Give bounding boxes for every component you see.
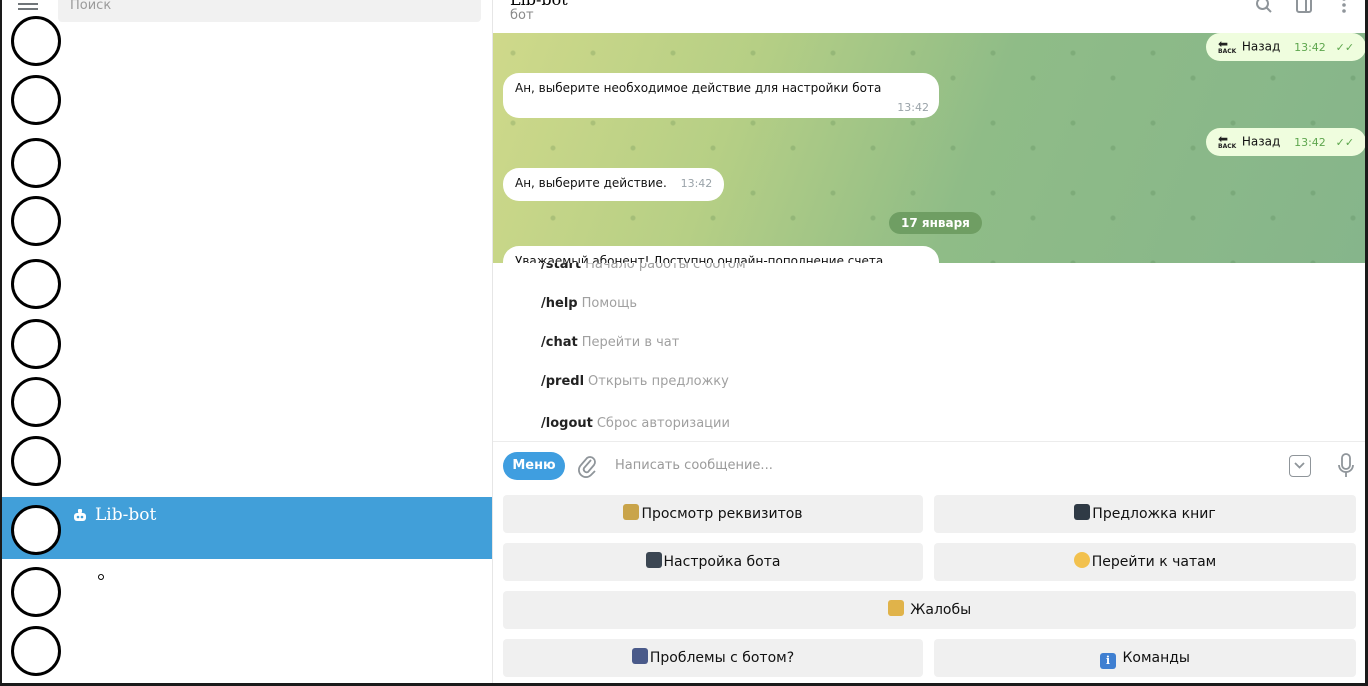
conversation-panel: Lib-bot бот ⬅BACK Назад 13:42 ✓✓: [492, 0, 1365, 683]
chat-header[interactable]: Lib-bot бот: [493, 0, 1365, 33]
message-time: 13:42: [680, 177, 713, 190]
keyboard-button-label: Просмотр реквизитов: [641, 506, 803, 522]
thumbs-up-icon: [1073, 552, 1090, 568]
person-desk-icon: [887, 600, 904, 616]
small-diamond-icon: [96, 572, 106, 582]
keyboard-button-label: Перейти к чатам: [1091, 554, 1217, 570]
money-bag-icon: [623, 504, 640, 520]
keyboard-button-book-suggest[interactable]: Предложка книг: [934, 495, 1356, 533]
chat-name: Lib-bot: [95, 505, 157, 525]
message-history[interactable]: ⬅ BACK Назад 13:42 ✓✓ Ан, выберите необхо…: [493, 33, 1365, 263]
chat-list-item-lib-bot[interactable]: Lib-bot: [2, 497, 492, 559]
command-description: Сброс авторизации: [596, 416, 730, 431]
command-description: Помощь: [581, 296, 637, 311]
avatar[interactable]: [11, 377, 61, 427]
bot-menu-button[interactable]: Меню: [503, 452, 565, 480]
message-outgoing[interactable]: ⬅ BACK Назад 13:42 ✓✓: [1206, 128, 1365, 156]
command-name: /predl: [541, 374, 585, 389]
more-options-icon[interactable]: [1335, 0, 1353, 14]
message-time: 13:42: [1294, 135, 1326, 149]
keyboard-button-bot-settings[interactable]: Настройка бота: [503, 543, 923, 581]
command-description: Открыть предложку: [588, 374, 729, 389]
message-text: Уважаемый абонент! Доступно онлайн-попол…: [515, 254, 884, 263]
date-divider: 17 января: [889, 212, 982, 234]
search-icon[interactable]: [1255, 0, 1273, 14]
avatar[interactable]: [11, 319, 61, 369]
keyboard-button-bot-problems[interactable]: Проблемы с ботом?: [503, 639, 923, 677]
back-icon: ⬅ BACK: [1218, 132, 1237, 150]
message-text: Назад: [1241, 134, 1281, 149]
command-item-help[interactable]: /help Помощь: [541, 296, 637, 311]
command-name: /chat: [541, 335, 578, 350]
bot-reply-keyboard: Просмотр реквизитов Предложка книг Настр…: [493, 490, 1365, 683]
message-incoming[interactable]: Ан, выберите действие. 13:42: [503, 168, 725, 201]
chat-subtitle: бот: [510, 8, 534, 23]
avatar[interactable]: [11, 75, 61, 125]
microphone-icon[interactable]: [1337, 453, 1355, 479]
command-item-predl[interactable]: /predl Открыть предложку: [541, 374, 729, 389]
double-check-icon: ✓✓: [1335, 40, 1355, 54]
keyboard-button-label: Команды: [1122, 650, 1190, 666]
command-description: Начало работы с ботом: [585, 263, 746, 272]
paperclip-icon[interactable]: [577, 454, 597, 478]
command-name: /help: [541, 296, 578, 311]
info-icon: i: [1100, 653, 1116, 669]
command-item-logout[interactable]: /logout Сброс авторизации: [541, 416, 730, 431]
bot-commands-popup: /start Начало работы с ботом /help Помощь …: [493, 263, 1365, 442]
avatar[interactable]: [11, 567, 61, 617]
keyboard-button-label: Проблемы с ботом?: [649, 650, 795, 666]
avatar[interactable]: [11, 138, 61, 188]
app-window: Поиск Lib-bot Lib-bot бот: [0, 0, 1368, 686]
back-icon: ⬅ BACK: [1218, 37, 1237, 55]
keyboard-button-label: Предложка книг: [1092, 506, 1216, 522]
double-check-icon: ✓✓: [1335, 135, 1355, 149]
command-item-chat[interactable]: /chat Перейти в чат: [541, 335, 679, 350]
avatar: [11, 505, 61, 555]
sidebar-toggle-icon[interactable]: [1295, 0, 1313, 14]
message-text: Ан, выберите необходимое действие для на…: [515, 81, 882, 95]
message-composer: Меню Написать сообщение...: [493, 442, 1365, 490]
avatar[interactable]: [11, 16, 61, 66]
avatar[interactable]: [11, 196, 61, 246]
message-incoming[interactable]: Ан, выберите необходимое действие для на…: [503, 73, 939, 118]
message-input[interactable]: Написать сообщение...: [615, 458, 773, 473]
keyboard-button-requisites[interactable]: Просмотр реквизитов: [503, 495, 923, 533]
message-incoming-partial[interactable]: Уважаемый абонент! Доступно онлайн-попол…: [503, 246, 939, 263]
keyboard-button-label: Настройка бота: [663, 554, 781, 570]
message-time: 13:42: [1294, 40, 1326, 54]
message-text: Назад: [1241, 39, 1281, 54]
monitor-icon: [1074, 504, 1091, 520]
bot-icon: [74, 509, 86, 521]
message-time: 13:42: [897, 101, 929, 114]
message-text: Ан, выберите действие.: [515, 176, 667, 190]
keyboard-button-go-to-chats[interactable]: Перейти к чатам: [934, 543, 1356, 581]
avatar[interactable]: [11, 259, 61, 309]
phone-arrow-icon: [645, 552, 662, 568]
command-name: /logout: [541, 416, 593, 431]
command-name: /start: [541, 263, 582, 272]
command-description: Перейти в чат: [581, 335, 680, 350]
keyboard-button-label: Жалобы: [910, 602, 972, 618]
keyboard-button-complaints[interactable]: Жалобы: [503, 591, 1356, 629]
keyboard-button-commands[interactable]: i Команды: [934, 639, 1356, 677]
bot-keyboard-toggle-icon[interactable]: [1289, 455, 1311, 477]
avatar[interactable]: [11, 626, 61, 676]
satellite-icon: [631, 648, 648, 664]
message-outgoing[interactable]: ⬅ BACK Назад 13:42 ✓✓: [1206, 33, 1365, 61]
avatar[interactable]: [11, 436, 61, 486]
search-input[interactable]: Поиск: [58, 0, 481, 22]
chat-list-panel: Поиск Lib-bot: [2, 0, 492, 683]
command-item-start[interactable]: /start Начало работы с ботом: [541, 263, 746, 272]
